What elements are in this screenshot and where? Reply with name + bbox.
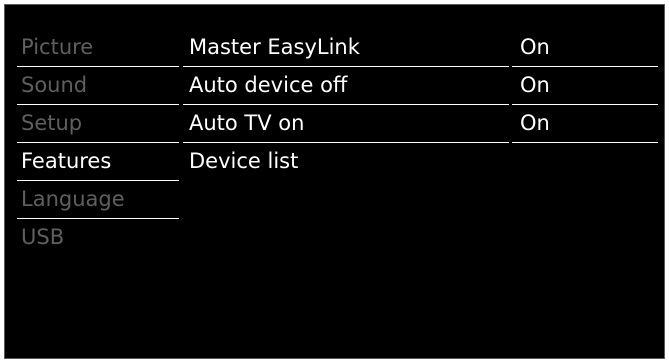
main-menu: Picture Sound Setup Features Language US…	[17, 29, 179, 257]
submenu-item-auto-tv-on[interactable]: Auto TV on	[183, 105, 509, 143]
auto-tv-on-value[interactable]: On	[512, 105, 658, 143]
menu-item-picture[interactable]: Picture	[17, 29, 179, 67]
submenu-item-device-list[interactable]: Device list	[183, 143, 509, 181]
menu-item-setup[interactable]: Setup	[17, 105, 179, 143]
submenu-item-auto-device-off[interactable]: Auto device off	[183, 67, 509, 105]
tv-menu-screen: Picture Sound Setup Features Language US…	[4, 4, 665, 359]
auto-device-off-value[interactable]: On	[512, 67, 658, 105]
menu-item-sound[interactable]: Sound	[17, 67, 179, 105]
submenu-item-master-easylink[interactable]: Master EasyLink	[183, 29, 509, 67]
menu-item-language[interactable]: Language	[17, 181, 179, 219]
menu-item-features[interactable]: Features	[17, 143, 179, 181]
master-easylink-value[interactable]: On	[512, 29, 658, 67]
features-submenu: Master EasyLink Auto device off Auto TV …	[183, 29, 509, 181]
menu-item-usb[interactable]: USB	[17, 219, 179, 257]
setting-values: On On On	[512, 29, 658, 143]
